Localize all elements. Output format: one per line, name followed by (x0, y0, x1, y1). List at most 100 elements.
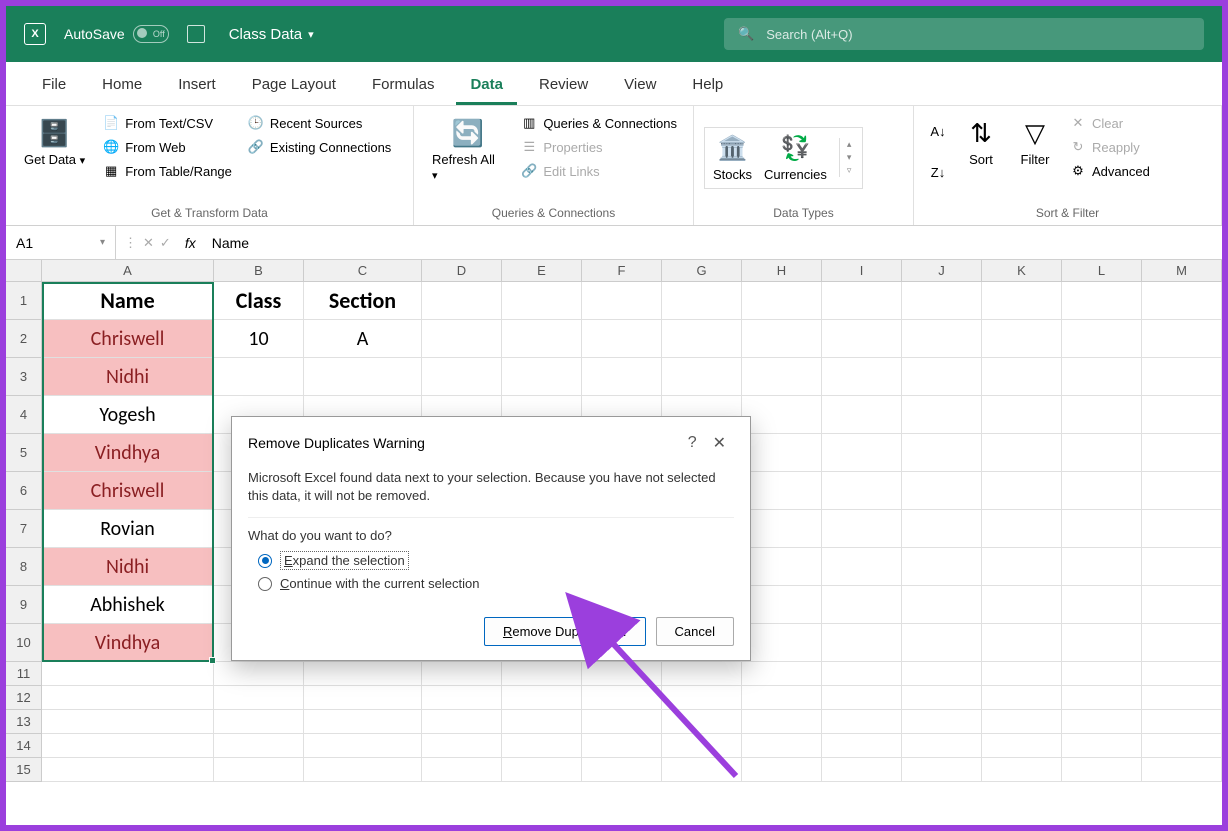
cell[interactable] (582, 758, 662, 782)
fx-label[interactable]: fx (179, 235, 202, 251)
cell[interactable] (1062, 734, 1142, 758)
cell[interactable] (742, 358, 822, 396)
sort-asc-button[interactable]: A↓ (924, 121, 952, 143)
select-all-corner[interactable] (6, 260, 42, 282)
tab-page-layout[interactable]: Page Layout (238, 66, 350, 105)
cell[interactable] (422, 734, 502, 758)
cell[interactable] (982, 358, 1062, 396)
row-header[interactable]: 12 (6, 686, 42, 710)
row-header[interactable]: 14 (6, 734, 42, 758)
refresh-all-button[interactable]: 🔄 Refresh All ▾ (424, 112, 511, 186)
row-header[interactable]: 7 (6, 510, 42, 548)
cell[interactable] (42, 662, 214, 686)
cell[interactable] (422, 686, 502, 710)
cell[interactable] (214, 710, 304, 734)
cell[interactable] (1062, 358, 1142, 396)
cell[interactable] (742, 710, 822, 734)
cell[interactable] (982, 734, 1062, 758)
cell[interactable] (214, 686, 304, 710)
cell[interactable] (982, 396, 1062, 434)
cell[interactable] (42, 734, 214, 758)
row-header[interactable]: 6 (6, 472, 42, 510)
close-icon[interactable]: ✕ (705, 429, 734, 457)
sort-desc-button[interactable]: Z↓ (924, 162, 952, 184)
cell[interactable] (1142, 758, 1222, 782)
cell[interactable] (822, 586, 902, 624)
cell[interactable] (902, 758, 982, 782)
cell[interactable] (742, 686, 822, 710)
currencies-type-button[interactable]: 💱Currencies (764, 134, 827, 182)
radio-continue-selection[interactable]: Continue with the current selection (258, 576, 734, 591)
search-box[interactable]: 🔍 Search (Alt+Q) (724, 18, 1204, 50)
row-header[interactable]: 5 (6, 434, 42, 472)
cell[interactable] (982, 282, 1062, 320)
cell[interactable] (902, 548, 982, 586)
cell[interactable] (1062, 282, 1142, 320)
cell[interactable]: Nidhi (42, 358, 214, 396)
cell[interactable] (822, 662, 902, 686)
cell[interactable] (582, 734, 662, 758)
cell[interactable] (662, 710, 742, 734)
gallery-scroll[interactable]: ▴▾▿ (839, 138, 855, 177)
cancel-button[interactable]: Cancel (656, 617, 734, 646)
cell[interactable] (902, 434, 982, 472)
cell[interactable] (822, 282, 902, 320)
expand-icon[interactable]: ⋮ (124, 235, 137, 251)
cell[interactable] (982, 548, 1062, 586)
cell[interactable] (662, 734, 742, 758)
cell[interactable] (742, 320, 822, 358)
cell[interactable]: 10 (214, 320, 304, 358)
cell[interactable] (1142, 358, 1222, 396)
cell[interactable] (1062, 396, 1142, 434)
cell[interactable] (982, 320, 1062, 358)
cell[interactable] (982, 662, 1062, 686)
cell[interactable] (1062, 586, 1142, 624)
row-header[interactable]: 9 (6, 586, 42, 624)
tab-view[interactable]: View (610, 66, 670, 105)
cell[interactable] (502, 686, 582, 710)
row-header[interactable]: 2 (6, 320, 42, 358)
cell[interactable] (1062, 758, 1142, 782)
col-header[interactable]: J (902, 260, 982, 282)
cell[interactable] (1062, 434, 1142, 472)
cell[interactable] (902, 282, 982, 320)
cell[interactable] (662, 662, 742, 686)
cell[interactable] (902, 686, 982, 710)
cell[interactable] (822, 548, 902, 586)
row-header[interactable]: 15 (6, 758, 42, 782)
cell[interactable] (304, 758, 422, 782)
cell[interactable] (214, 758, 304, 782)
filter-button[interactable]: ▽Filter (1010, 112, 1060, 171)
col-header[interactable]: H (742, 260, 822, 282)
cell[interactable] (214, 734, 304, 758)
cell[interactable] (1142, 662, 1222, 686)
from-table-range-button[interactable]: ▦From Table/Range (97, 160, 238, 182)
toggle-icon[interactable]: Off (133, 25, 169, 43)
cell[interactable] (1142, 586, 1222, 624)
cell[interactable] (742, 662, 822, 686)
remove-duplicates-button[interactable]: Remove Duplicates... (484, 617, 646, 646)
row-header[interactable]: 8 (6, 548, 42, 586)
cell[interactable] (742, 434, 822, 472)
cell[interactable] (822, 320, 902, 358)
cell[interactable] (1062, 320, 1142, 358)
cell[interactable] (1062, 686, 1142, 710)
cell[interactable] (902, 734, 982, 758)
cell[interactable] (502, 758, 582, 782)
cell[interactable] (1142, 282, 1222, 320)
cell[interactable] (902, 396, 982, 434)
cell[interactable]: Chriswell (42, 320, 214, 358)
cell[interactable] (822, 396, 902, 434)
col-header[interactable]: E (502, 260, 582, 282)
cell[interactable]: Class (214, 282, 304, 320)
cell[interactable]: Section (304, 282, 422, 320)
tab-formulas[interactable]: Formulas (358, 66, 449, 105)
cell[interactable] (502, 282, 582, 320)
cell[interactable] (502, 734, 582, 758)
from-text-csv-button[interactable]: 📄From Text/CSV (97, 112, 238, 134)
cell[interactable] (982, 710, 1062, 734)
cell[interactable] (582, 662, 662, 686)
stocks-type-button[interactable]: 🏛️Stocks (713, 134, 752, 182)
cell[interactable] (304, 710, 422, 734)
cell[interactable] (742, 548, 822, 586)
